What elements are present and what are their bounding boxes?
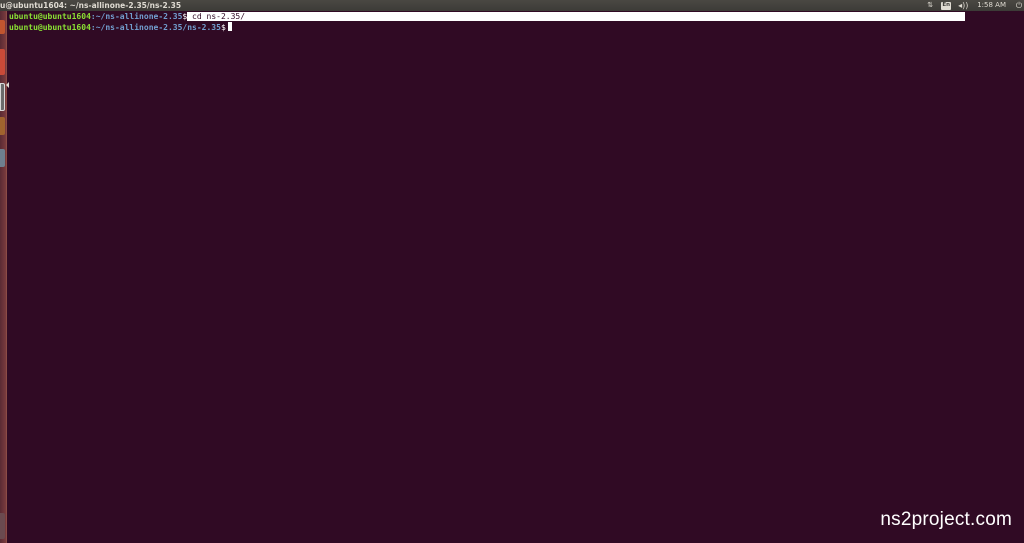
speaker-icon[interactable]: ◂)) [957,0,969,11]
terminal-line: ubuntu@ubuntu1604:~/ns-allinone-2.35$ cd… [9,12,1019,22]
launcher-files-icon[interactable] [0,49,5,75]
text-cursor [227,22,232,31]
launcher-trash-icon[interactable] [0,513,5,539]
launcher-app-icon[interactable] [0,117,5,135]
launcher-terminal-icon[interactable] [0,83,5,111]
launcher-sidebar [0,11,7,543]
launcher-settings-icon[interactable] [0,149,5,167]
top-panel: u@ubuntu1604: ~/ns-allinone-2.35/ns-2.35… [0,0,1024,11]
clock[interactable]: 1:58 AM [977,0,1006,11]
prompt-user: ubuntu@ubuntu1604 [9,12,91,21]
prompt-path: :~/ns-allinone-2.35 [90,12,183,21]
desktop-screen: u@ubuntu1604: ~/ns-allinone-2.35/ns-2.35… [0,0,1024,543]
prompt-user: ubuntu@ubuntu1604 [9,23,91,32]
watermark: ns2project.com [880,509,1012,530]
command-text: cd ns-2.35/ [187,12,966,21]
prompt-sign: $ [220,23,226,32]
panel-indicators: ⇅ En ◂)) 1:58 AM ⏻ [923,0,1024,11]
window-title: u@ubuntu1604: ~/ns-allinone-2.35/ns-2.35 [0,1,182,10]
terminal-line: ubuntu@ubuntu1604:~/ns-allinone-2.35/ns-… [9,22,1019,32]
launcher-dash-icon[interactable] [0,20,5,34]
power-gear-icon[interactable]: ⏻ [1014,0,1024,11]
network-updown-icon[interactable]: ⇅ [923,0,937,11]
prompt-path: :~/ns-allinone-2.35/ns-2.35 [90,23,221,32]
keyboard-layout-indicator[interactable]: En [941,1,952,10]
terminal-output[interactable]: ubuntu@ubuntu1604:~/ns-allinone-2.35$ cd… [9,12,1019,32]
active-app-arrow-icon [6,82,9,88]
